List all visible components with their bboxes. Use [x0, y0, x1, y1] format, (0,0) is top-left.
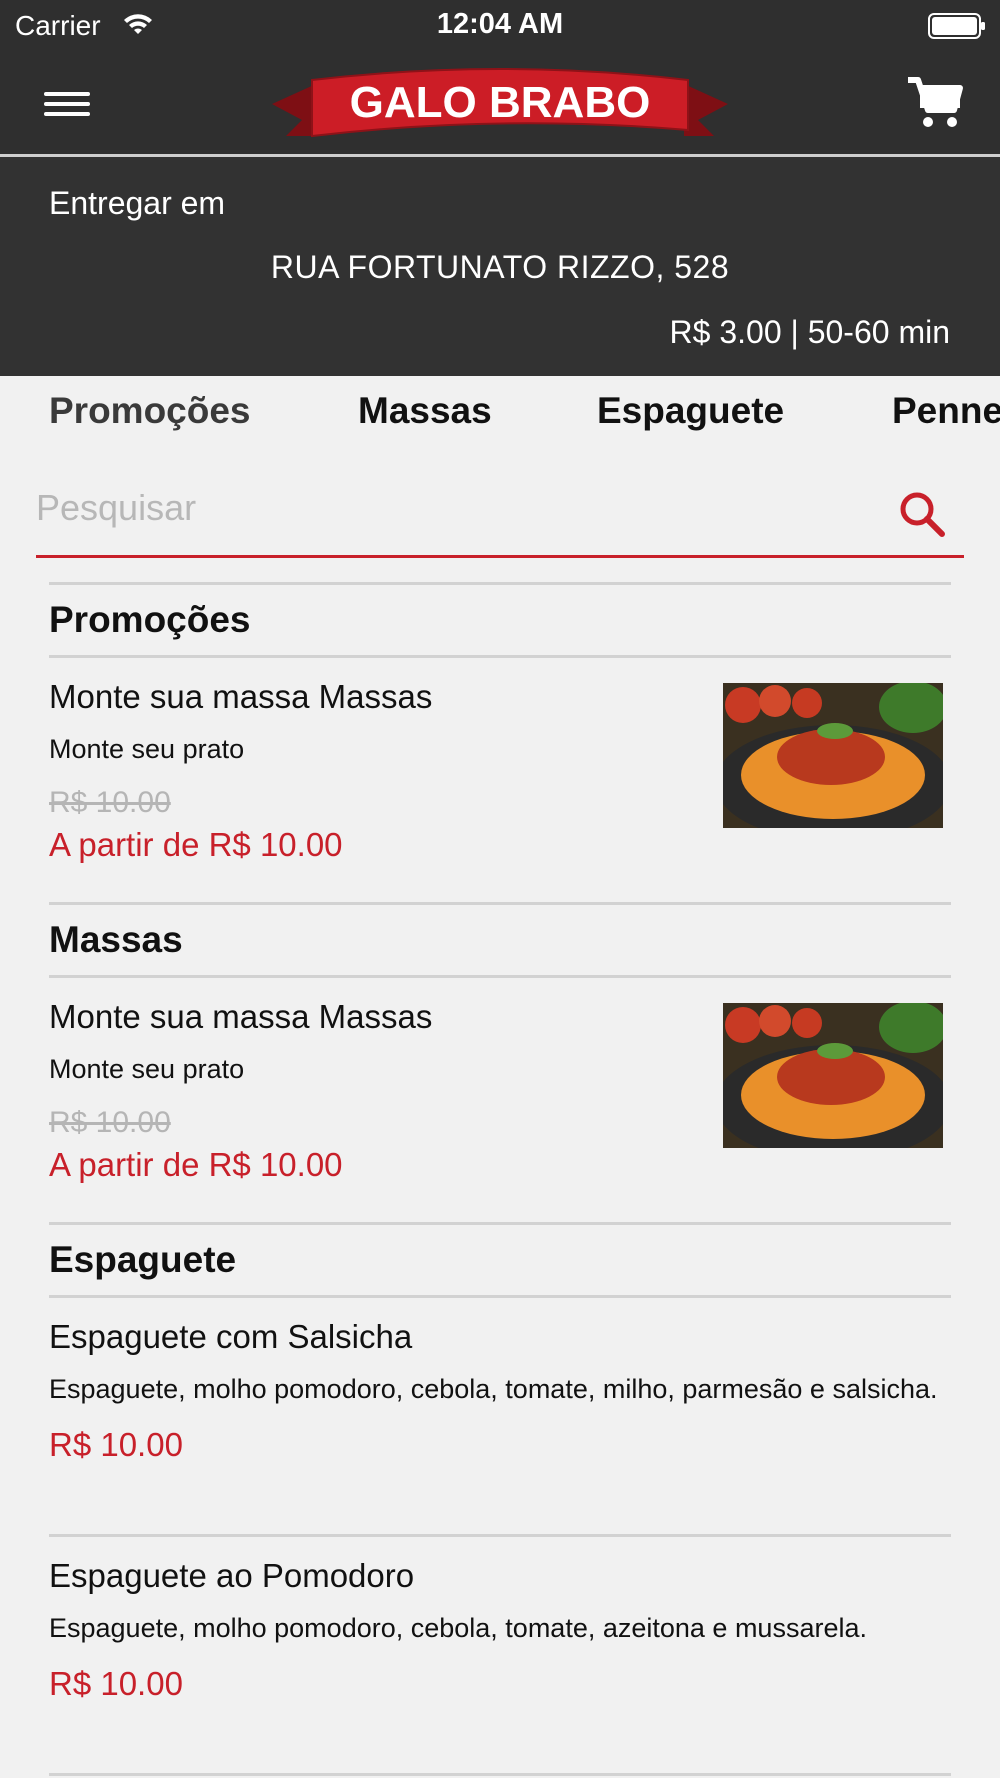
- item-name: Espaguete ao Pomodoro: [49, 1557, 415, 1594]
- nav-bar: GALO BRABO: [0, 52, 1000, 154]
- section-title: Massas: [49, 919, 183, 960]
- search-box: [36, 470, 964, 558]
- section-title: Promoções: [49, 599, 251, 640]
- item-price: R$ 10.00: [49, 1665, 183, 1702]
- search-input[interactable]: [36, 484, 866, 532]
- item-price: A partir de R$ 10.00: [49, 1146, 343, 1183]
- brand-logo: GALO BRABO: [272, 68, 728, 138]
- tab-promocoes[interactable]: Promoções: [49, 390, 251, 432]
- list-item[interactable]: Espaguete ao Pomodoro Espaguete, molho p…: [49, 1537, 951, 1773]
- delivery-fee-time: R$ 3.00 | 50-60 min: [669, 314, 950, 350]
- cart-icon[interactable]: [904, 72, 964, 132]
- menu-icon[interactable]: [38, 82, 94, 126]
- item-description: Espaguete, molho pomodoro, cebola, tomat…: [49, 1374, 938, 1404]
- item-photo: [723, 1003, 943, 1148]
- list-item[interactable]: Monte sua massa Massas Monte seu prato R…: [49, 978, 951, 1222]
- item-description: Espaguete, molho pomodoro, cebola, tomat…: [49, 1613, 867, 1643]
- battery-icon: [928, 13, 985, 39]
- item-price: R$ 10.00: [49, 1426, 183, 1463]
- search-icon[interactable]: [898, 490, 946, 538]
- clock: 12:04 AM: [436, 8, 564, 40]
- tab-espaguete[interactable]: Espaguete: [597, 390, 784, 432]
- delivery-panel[interactable]: Entregar em RUA FORTUNATO RIZZO, 528 R$ …: [0, 157, 1000, 376]
- list-item[interactable]: Monte sua massa Massas Monte seu prato R…: [49, 658, 951, 902]
- category-tabs: Promoções Massas Espaguete Penne: [0, 376, 1000, 446]
- delivery-label: Entregar em: [49, 185, 226, 221]
- tab-massas[interactable]: Massas: [358, 390, 492, 432]
- item-photo: [723, 683, 943, 828]
- tab-penne[interactable]: Penne: [892, 390, 1000, 432]
- divider: [49, 1773, 951, 1776]
- status-bar: Carrier 12:04 AM: [0, 0, 1000, 52]
- list-item[interactable]: Espaguete com Salsicha Espaguete, molho …: [49, 1298, 951, 1534]
- menu-list: Promoções Monte sua massa Massas Monte s…: [49, 582, 951, 1776]
- item-name: Espaguete com Salsicha: [49, 1318, 413, 1355]
- svg-text:GALO BRABO: GALO BRABO: [350, 78, 651, 127]
- section-title: Espaguete: [49, 1239, 237, 1280]
- delivery-address: RUA FORTUNATO RIZZO, 528: [270, 249, 730, 285]
- item-price: A partir de R$ 10.00: [49, 826, 343, 863]
